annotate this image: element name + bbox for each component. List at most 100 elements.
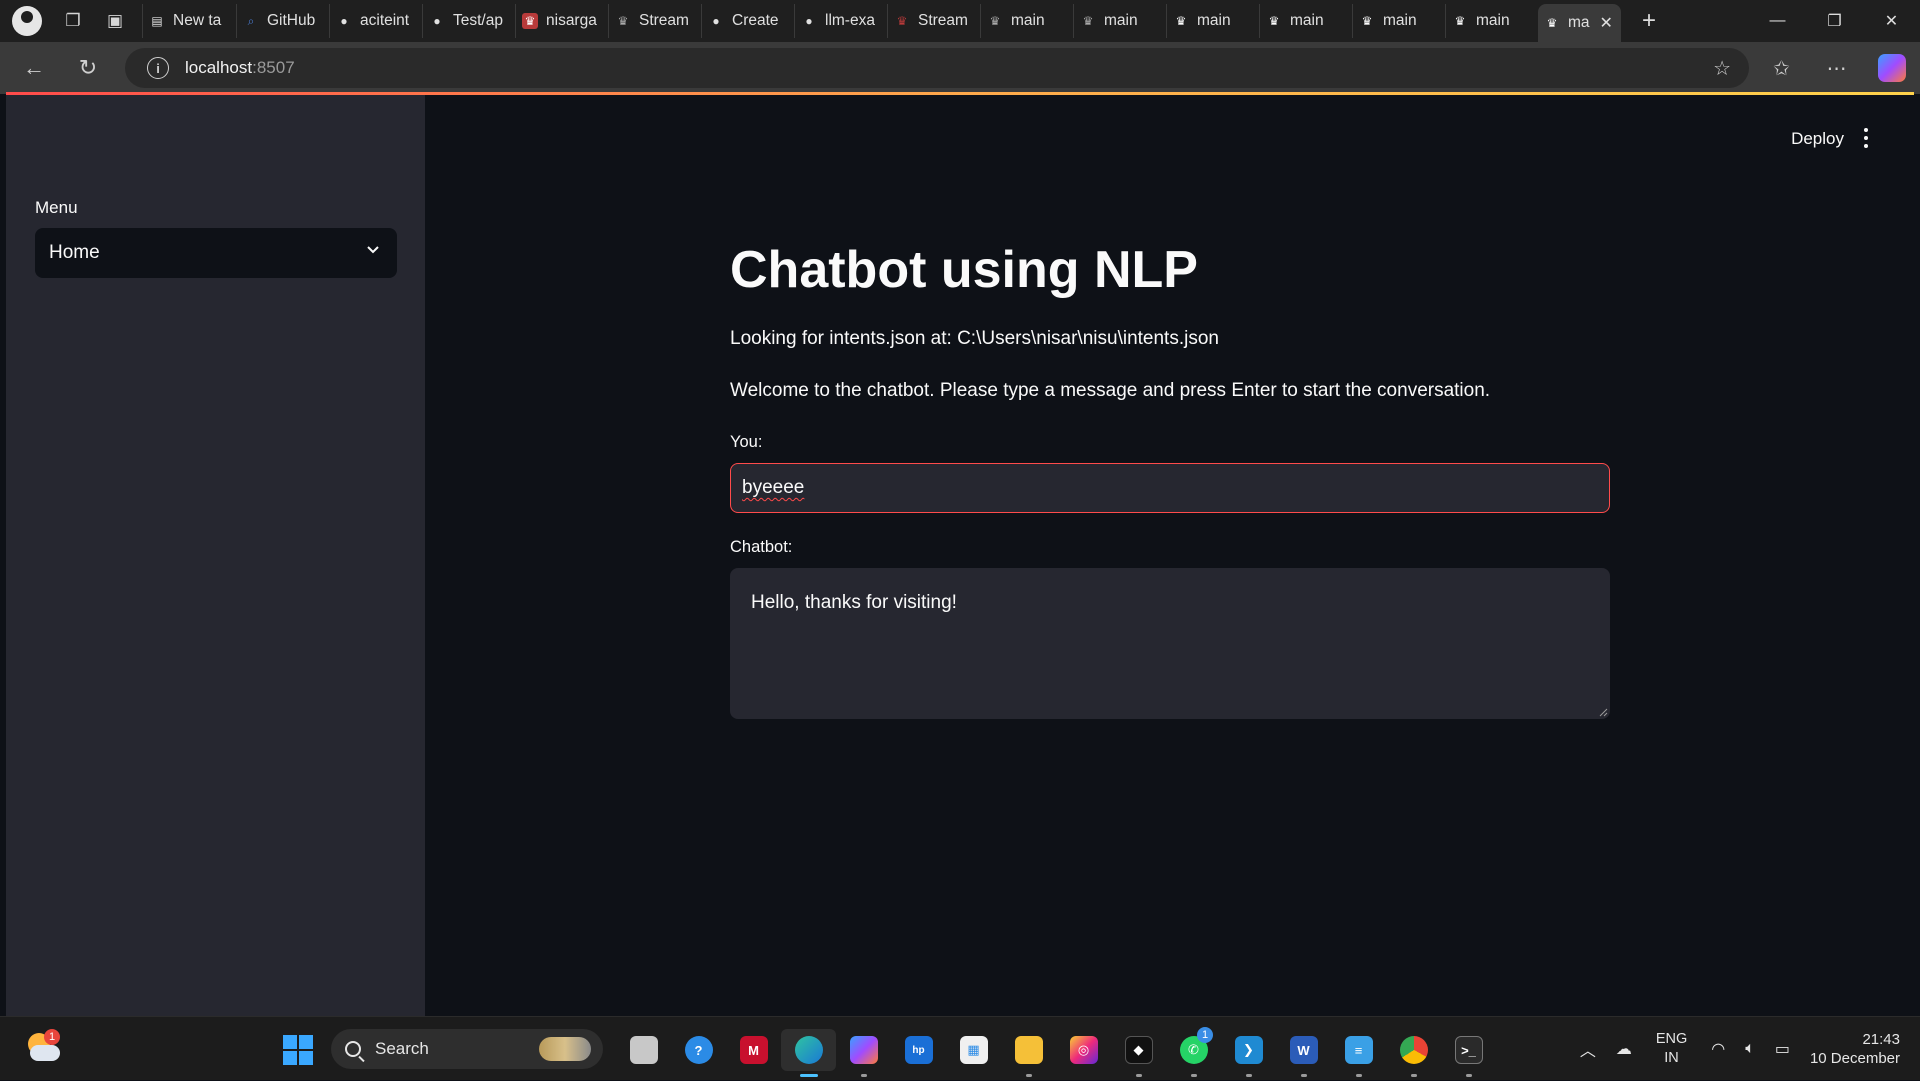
- menu-label: Menu: [35, 198, 78, 217]
- onedrive-icon[interactable]: ☁: [1616, 1039, 1632, 1059]
- site-info-icon[interactable]: i: [147, 57, 169, 79]
- edge-icon[interactable]: [781, 1029, 836, 1077]
- battery-icon[interactable]: ▭: [1775, 1039, 1790, 1059]
- restore-icon[interactable]: ❐: [1806, 0, 1863, 42]
- favorites-icon[interactable]: ✩: [1754, 56, 1809, 81]
- main-menu-icon[interactable]: [1856, 123, 1876, 153]
- start-icon[interactable]: [283, 1035, 313, 1065]
- language-line1: ENG: [1655, 1031, 1688, 1047]
- address-bar-row: ← ↻ i localhost:8507 ☆ ✩ ⋯: [0, 42, 1920, 94]
- deploy-button[interactable]: Deploy: [1791, 129, 1844, 149]
- tab-streamlit-2[interactable]: ♛ Stream: [887, 4, 980, 38]
- tab-main-3[interactable]: ♛ main: [1166, 4, 1259, 38]
- resize-handle-icon[interactable]: [1598, 707, 1608, 717]
- new-tab-page-icon: ▤: [151, 14, 163, 28]
- tab-nisarga[interactable]: ♛ nisarga: [515, 4, 608, 38]
- tab-main-4[interactable]: ♛ main: [1259, 4, 1352, 38]
- streamlit-icon: ♛: [617, 14, 629, 28]
- workspaces-icon[interactable]: ❐: [52, 0, 94, 42]
- close-window-icon[interactable]: ✕: [1863, 0, 1920, 42]
- taskbar-search[interactable]: Search: [331, 1029, 603, 1069]
- microsoft-store-icon[interactable]: ▦: [946, 1029, 1001, 1071]
- tab-test-ap[interactable]: ● Test/ap: [422, 4, 515, 38]
- tab-llm-exa[interactable]: ● llm-exa: [794, 4, 887, 38]
- streamlit-icon: ♛: [896, 14, 908, 28]
- vertical-tabs-icon[interactable]: ▣: [94, 0, 136, 42]
- tab-aciteint[interactable]: ● aciteint: [329, 4, 422, 38]
- chatbot-response-area[interactable]: Hello, thanks for visiting!: [730, 568, 1610, 719]
- clock-date: 10 December: [1809, 1050, 1900, 1067]
- terminal-icon[interactable]: >_: [1441, 1029, 1496, 1077]
- chrome-icon[interactable]: [1386, 1029, 1441, 1077]
- url-text[interactable]: localhost:8507: [185, 58, 295, 78]
- vscode-icon[interactable]: ❯: [1221, 1029, 1276, 1077]
- streamlit-icon: ♛: [1082, 14, 1094, 28]
- new-tab-button[interactable]: +: [1629, 4, 1669, 38]
- streamlit-icon: ♛: [522, 13, 538, 29]
- url-port: :8507: [252, 58, 295, 77]
- word-icon[interactable]: W: [1276, 1029, 1331, 1077]
- browser-tab-bar: ❐ ▣ ▤ New ta ⌕ GitHub ● aciteint ● Test/ap ♛…: [0, 0, 1920, 42]
- tab-label: main: [1290, 12, 1324, 29]
- favorite-star-icon[interactable]: ☆: [1713, 56, 1731, 81]
- myhp-icon[interactable]: hp: [891, 1029, 946, 1071]
- weather-badge: 1: [44, 1029, 60, 1045]
- clock-time: 21:43: [1862, 1031, 1900, 1048]
- mcafee-icon[interactable]: M: [726, 1029, 781, 1071]
- user-message-input[interactable]: byeeee: [730, 463, 1610, 513]
- tab-label: Test/ap: [453, 12, 503, 29]
- tab-github[interactable]: ⌕ GitHub: [236, 4, 329, 38]
- user-input-label: You:: [730, 433, 763, 451]
- tab-active[interactable]: ♛ ma ✕: [1538, 4, 1621, 42]
- search-label: Search: [375, 1039, 429, 1058]
- tab-label: main: [1383, 12, 1417, 29]
- whatsapp-icon[interactable]: ✆ 1: [1166, 1027, 1221, 1077]
- notepad-icon[interactable]: ≡: [1331, 1029, 1386, 1077]
- back-icon[interactable]: ←: [12, 46, 56, 90]
- tab-label: New ta: [173, 12, 222, 29]
- url-field[interactable]: i localhost:8507 ☆: [125, 48, 1749, 88]
- refresh-icon[interactable]: ↻: [66, 46, 110, 90]
- chatbot-response-text: Hello, thanks for visiting!: [751, 592, 957, 613]
- tab-new-tab[interactable]: ▤ New ta: [142, 4, 236, 38]
- close-tab-icon[interactable]: ✕: [1600, 13, 1613, 33]
- more-options-icon[interactable]: ⋯: [1809, 56, 1864, 81]
- copilot-icon[interactable]: [1878, 54, 1906, 82]
- profile-icon[interactable]: [12, 6, 42, 36]
- intents-path-text: Looking for intents.json at: C:\Users\ni…: [730, 328, 1219, 349]
- minimize-icon[interactable]: —: [1749, 0, 1806, 42]
- volume-icon[interactable]: 🔈︎: [1745, 1040, 1755, 1058]
- menu-select[interactable]: Home: [35, 228, 397, 278]
- tab-main-5[interactable]: ♛ main: [1352, 4, 1445, 38]
- url-host: localhost: [185, 58, 253, 77]
- tab-main-6[interactable]: ♛ main: [1445, 4, 1538, 38]
- tab-main-2[interactable]: ♛ main: [1073, 4, 1166, 38]
- clock[interactable]: 21:43 10 December: [1810, 1030, 1900, 1068]
- tab-label: main: [1104, 12, 1138, 29]
- weather-widget-icon[interactable]: 1: [26, 1029, 60, 1063]
- chevron-down-icon: [365, 241, 381, 257]
- copilot-app-icon[interactable]: [836, 1029, 891, 1077]
- tab-main-1[interactable]: ♛ main: [980, 4, 1073, 38]
- sidebar: Menu Home: [6, 95, 425, 1016]
- tab-label: ma: [1568, 14, 1590, 31]
- wifi-icon[interactable]: ◠: [1711, 1039, 1725, 1059]
- tab-label: main: [1197, 12, 1231, 29]
- chevron-up-icon[interactable]: ︿: [1580, 1037, 1596, 1061]
- instagram-icon[interactable]: ◎: [1056, 1029, 1111, 1071]
- language-indicator[interactable]: ENG IN: [1656, 1030, 1687, 1068]
- tab-create[interactable]: ● Create: [701, 4, 794, 38]
- language-line2: IN: [1664, 1050, 1679, 1066]
- streamlit-icon: ♛: [1546, 16, 1558, 30]
- help-icon[interactable]: ?: [671, 1029, 726, 1071]
- streamlit-icon: ♛: [1175, 14, 1187, 28]
- file-explorer-icon[interactable]: [1001, 1029, 1056, 1077]
- task-view-icon[interactable]: [616, 1029, 671, 1071]
- search-highlight-image: [539, 1037, 591, 1061]
- tab-streamlit-1[interactable]: ♛ Stream: [608, 4, 701, 38]
- whatsapp-badge: 1: [1197, 1027, 1213, 1043]
- github-icon: ●: [805, 14, 813, 28]
- app-dark-icon[interactable]: ◆: [1111, 1029, 1166, 1077]
- tab-label: llm-exa: [825, 12, 875, 29]
- system-tray: ︿ ☁ ENG IN ◠ 🔈︎ ▭ 21:43 10 December: [1570, 1017, 1920, 1081]
